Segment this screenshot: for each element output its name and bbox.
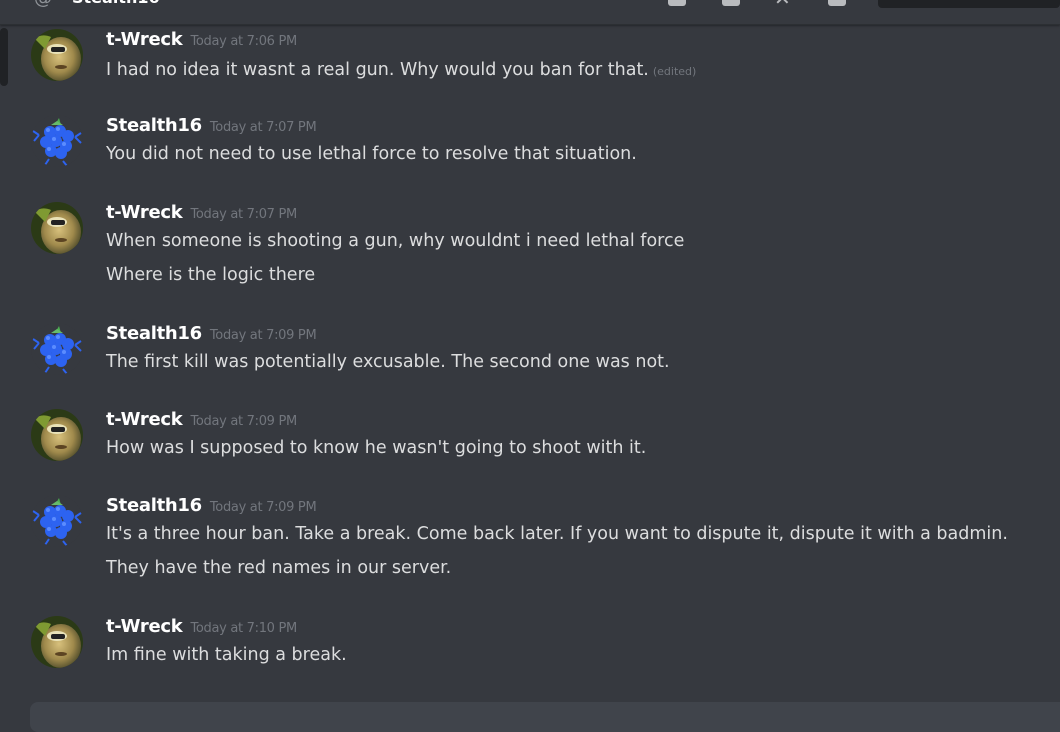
message-header: Stealth16 Today at 7:07 PM: [106, 115, 317, 136]
timestamp: Today at 7:10 PM: [190, 621, 297, 636]
username[interactable]: t-Wreck: [106, 202, 183, 223]
username[interactable]: t-Wreck: [106, 616, 183, 637]
username[interactable]: Stealth16: [106, 115, 202, 136]
username[interactable]: Stealth16: [106, 323, 202, 344]
timestamp: Today at 7:09 PM: [190, 414, 297, 429]
search-input[interactable]: [878, 0, 1060, 8]
username[interactable]: t-Wreck: [106, 29, 183, 50]
username[interactable]: t-Wreck: [106, 409, 183, 430]
timestamp: Today at 7:06 PM: [190, 34, 297, 49]
video-icon[interactable]: [722, 0, 740, 6]
message-header: t-Wreck Today at 7:10 PM: [106, 616, 297, 637]
message-text: You did not need to use lethal force to …: [106, 144, 637, 164]
user-avatar[interactable]: [31, 409, 83, 461]
message-text: When someone is shooting a gun, why woul…: [106, 231, 685, 251]
message-header: Stealth16 Today at 7:09 PM: [106, 495, 317, 516]
timestamp: Today at 7:09 PM: [209, 500, 317, 515]
message-header: Stealth16 Today at 7:09 PM: [106, 323, 317, 344]
inbox-icon[interactable]: [828, 0, 846, 6]
user-avatar[interactable]: [31, 115, 83, 167]
message-text: Where is the logic there: [106, 265, 316, 285]
message-header: t-Wreck Today at 7:07 PM: [106, 202, 297, 223]
message-text: I had no idea it wasnt a real gun. Why w…: [106, 60, 649, 80]
message-header: t-Wreck Today at 7:06 PM: [106, 29, 297, 50]
user-avatar[interactable]: [31, 202, 83, 254]
message-input[interactable]: [30, 702, 1060, 732]
call-icon[interactable]: [668, 0, 686, 6]
message-header: t-Wreck Today at 7:09 PM: [106, 409, 297, 430]
timestamp: Today at 7:07 PM: [209, 120, 317, 135]
at-icon: @: [34, 0, 52, 9]
message-text: The first kill was potentially excusable…: [106, 352, 670, 372]
message-text: They have the red names in our server.: [106, 558, 452, 578]
user-avatar[interactable]: [31, 29, 83, 81]
user-avatar[interactable]: [31, 495, 83, 547]
message-text: How was I supposed to know he wasn't goi…: [106, 438, 647, 458]
user-avatar[interactable]: [31, 323, 83, 375]
timestamp: Today at 7:07 PM: [190, 207, 297, 222]
edited-label: (edited): [652, 65, 697, 78]
message-text: Im fine with taking a break.: [106, 645, 347, 665]
channel-title: Stealth16: [72, 0, 160, 8]
scrollbar-thumb[interactable]: [0, 28, 8, 86]
message-content: I had no idea it wasnt a real gun. Why w…: [106, 60, 696, 80]
timestamp: Today at 7:09 PM: [209, 328, 317, 343]
username[interactable]: Stealth16: [106, 495, 202, 516]
message-text: It's a three hour ban. Take a break. Com…: [106, 524, 1008, 544]
user-avatar[interactable]: [31, 616, 83, 668]
close-icon[interactable]: ✕: [774, 0, 791, 10]
channel-header: @ Stealth16 ✕: [0, 0, 1060, 25]
